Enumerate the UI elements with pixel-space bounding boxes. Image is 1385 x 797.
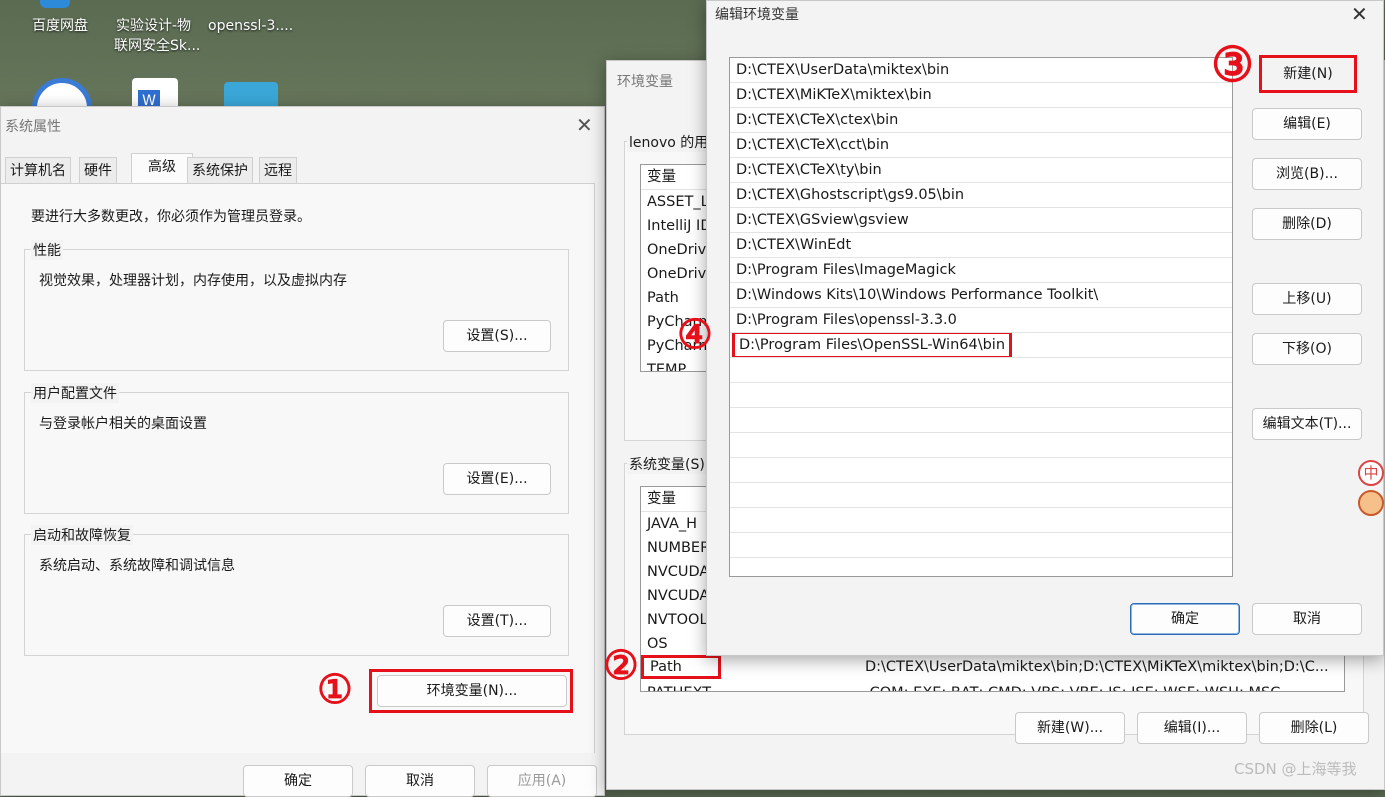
new-path-highlight: D:\Program Files\OpenSSL-Win64\bin: [732, 333, 1013, 357]
path-variable-name: Path: [641, 655, 721, 679]
group-description: 视觉效果，处理器计划，内存使用，以及虚拟内存: [39, 273, 347, 289]
ime-mascot-icon[interactable]: [1358, 490, 1384, 516]
path-entry[interactable]: D:\CTEX\CTeX\ty\bin: [730, 158, 1232, 183]
tab-system-protection[interactable]: 系统保护: [187, 157, 253, 184]
path-entry[interactable]: D:\Program Files\openssl-3.3.0: [730, 308, 1232, 333]
desktop-icon-report[interactable]: 实验设计-物 联网安全Sk...: [112, 0, 207, 60]
annotation-step-2: ②: [603, 642, 639, 689]
empty-row: [730, 508, 1232, 533]
desktop-icon-openssl[interactable]: openssl-3....: [206, 0, 306, 40]
dialog-title: 系统属性: [5, 119, 61, 135]
path-entry[interactable]: D:\Windows Kits\10\Windows Performance T…: [730, 283, 1232, 308]
tab-hardware[interactable]: 硬件: [79, 157, 117, 184]
path-entry[interactable]: D:\CTEX\CTeX\cct\bin: [730, 133, 1232, 158]
desktop-icon-label: openssl-3....: [208, 18, 294, 34]
path-entry[interactable]: D:\CTEX\MiKTeX\miktex\bin: [730, 83, 1232, 108]
group-description: 与登录帐户相关的桌面设置: [39, 416, 207, 432]
startup-recovery-settings-button[interactable]: 设置(T)...: [443, 605, 551, 637]
dialog-title: 编辑环境变量: [715, 7, 799, 23]
empty-row: [730, 458, 1232, 483]
environment-variables-button[interactable]: 环境变量(N)...: [377, 675, 567, 707]
move-up-button[interactable]: 上移(U): [1252, 283, 1362, 315]
empty-row: [730, 558, 1232, 576]
empty-row: [730, 383, 1232, 408]
path-entry[interactable]: D:\Program Files\ImageMagick: [730, 258, 1232, 283]
path-entry[interactable]: D:\CTEX\GSview\gsview: [730, 208, 1232, 233]
tab-computer-name[interactable]: 计算机名: [5, 157, 71, 184]
group-description: 系统启动、系统故障和调试信息: [39, 558, 235, 574]
baidu-netdisk-icon: [40, 0, 70, 8]
path-entry[interactable]: D:\CTEX\UserData\miktex\bin: [730, 58, 1232, 83]
cancel-button[interactable]: 取消: [365, 765, 475, 797]
group-title: 系统变量(S): [627, 454, 707, 474]
tab-advanced[interactable]: 高级: [131, 153, 193, 183]
desktop-icon-baidu[interactable]: 百度网盘: [30, 0, 100, 40]
pathext-row[interactable]: PATHEXT .COM;.EXE;.BAT;.CMD;.VBS;.VBE;.J…: [641, 681, 1344, 691]
ime-indicator[interactable]: 中: [1358, 460, 1384, 486]
empty-row: [730, 358, 1232, 383]
cancel-button[interactable]: 取消: [1252, 603, 1362, 635]
desktop-icon-label: 百度网盘: [32, 18, 88, 34]
path-variable-value: D:\CTEX\UserData\miktex\bin;D:\CTEX\MiKT…: [865, 659, 1329, 675]
user-profiles-group: 用户配置文件 与登录帐户相关的桌面设置 设置(E)...: [24, 383, 569, 514]
path-row[interactable]: Path D:\CTEX\UserData\miktex\bin;D:\CTEX…: [641, 655, 1344, 679]
close-icon[interactable]: ✕: [1351, 4, 1368, 24]
empty-row: [730, 433, 1232, 458]
path-entry[interactable]: D:\CTEX\CTeX\ctex\bin: [730, 108, 1232, 133]
group-title: 性能: [31, 240, 63, 260]
browse-button[interactable]: 浏览(B)...: [1252, 158, 1362, 190]
annotation-step-3: ③: [1211, 37, 1255, 93]
system-delete-button[interactable]: 删除(L): [1259, 712, 1369, 744]
desktop-icon-label: 实验设计-物: [116, 18, 192, 34]
path-entries-list[interactable]: D:\CTEX\UserData\miktex\bin D:\CTEX\MiKT…: [729, 57, 1233, 577]
system-edit-button[interactable]: 编辑(I)...: [1137, 712, 1247, 744]
annotation-step-4: ④: [677, 311, 713, 358]
system-new-button[interactable]: 新建(W)...: [1015, 712, 1125, 744]
tab-panel: 要进行大多数更改，你必须作为管理员登录。 性能 视觉效果，处理器计划，内存使用，…: [1, 183, 595, 753]
empty-row: [730, 483, 1232, 508]
empty-row: [730, 533, 1232, 558]
performance-group: 性能 视觉效果，处理器计划，内存使用，以及虚拟内存 设置(S)...: [24, 240, 569, 371]
group-title: lenovo 的用: [627, 132, 711, 152]
system-properties-dialog: 系统属性 ✕ 计算机名 硬件 高级 系统保护 远程 要进行大多数更改，你必须作为…: [0, 106, 605, 797]
delete-button[interactable]: 删除(D): [1252, 208, 1362, 240]
empty-row: [730, 408, 1232, 433]
user-profiles-settings-button[interactable]: 设置(E)...: [443, 463, 551, 495]
annotation-step-1: ①: [317, 666, 353, 713]
edit-button[interactable]: 编辑(E): [1252, 108, 1362, 140]
ok-button[interactable]: 确定: [243, 765, 353, 797]
path-entry[interactable]: D:\CTEX\WinEdt: [730, 233, 1232, 258]
path-entry-new[interactable]: D:\Program Files\OpenSSL-Win64\bin: [730, 333, 1232, 358]
pathext-variable-name: PATHEXT: [641, 681, 721, 691]
edit-environment-variable-dialog: 编辑环境变量 ✕ D:\CTEX\UserData\miktex\bin D:\…: [677, 0, 1384, 656]
startup-recovery-group: 启动和故障恢复 系统启动、系统故障和调试信息 设置(T)...: [24, 525, 569, 656]
performance-settings-button[interactable]: 设置(S)...: [443, 320, 551, 352]
desktop-icon-label: 联网安全Sk...: [114, 38, 201, 54]
ok-button[interactable]: 确定: [1130, 603, 1240, 635]
path-entry[interactable]: D:\CTEX\Ghostscript\gs9.05\bin: [730, 183, 1232, 208]
group-title: 启动和故障恢复: [31, 525, 133, 545]
admin-note: 要进行大多数更改，你必须作为管理员登录。: [31, 209, 311, 225]
apply-button[interactable]: 应用(A): [487, 765, 597, 797]
move-down-button[interactable]: 下移(O): [1252, 333, 1362, 365]
tab-remote[interactable]: 远程: [259, 157, 297, 184]
csdn-watermark: CSDN @上海等我: [1234, 760, 1357, 778]
dialog-title: 环境变量: [617, 74, 673, 90]
new-button[interactable]: 新建(N): [1265, 59, 1351, 89]
pathext-variable-value: .COM;.EXE;.BAT;.CMD;.VBS;.VBE;.JS;.JSE;.…: [859, 681, 1339, 691]
group-title: 用户配置文件: [31, 383, 119, 403]
close-icon[interactable]: ✕: [576, 115, 593, 135]
edit-text-button[interactable]: 编辑文本(T)...: [1252, 408, 1362, 440]
